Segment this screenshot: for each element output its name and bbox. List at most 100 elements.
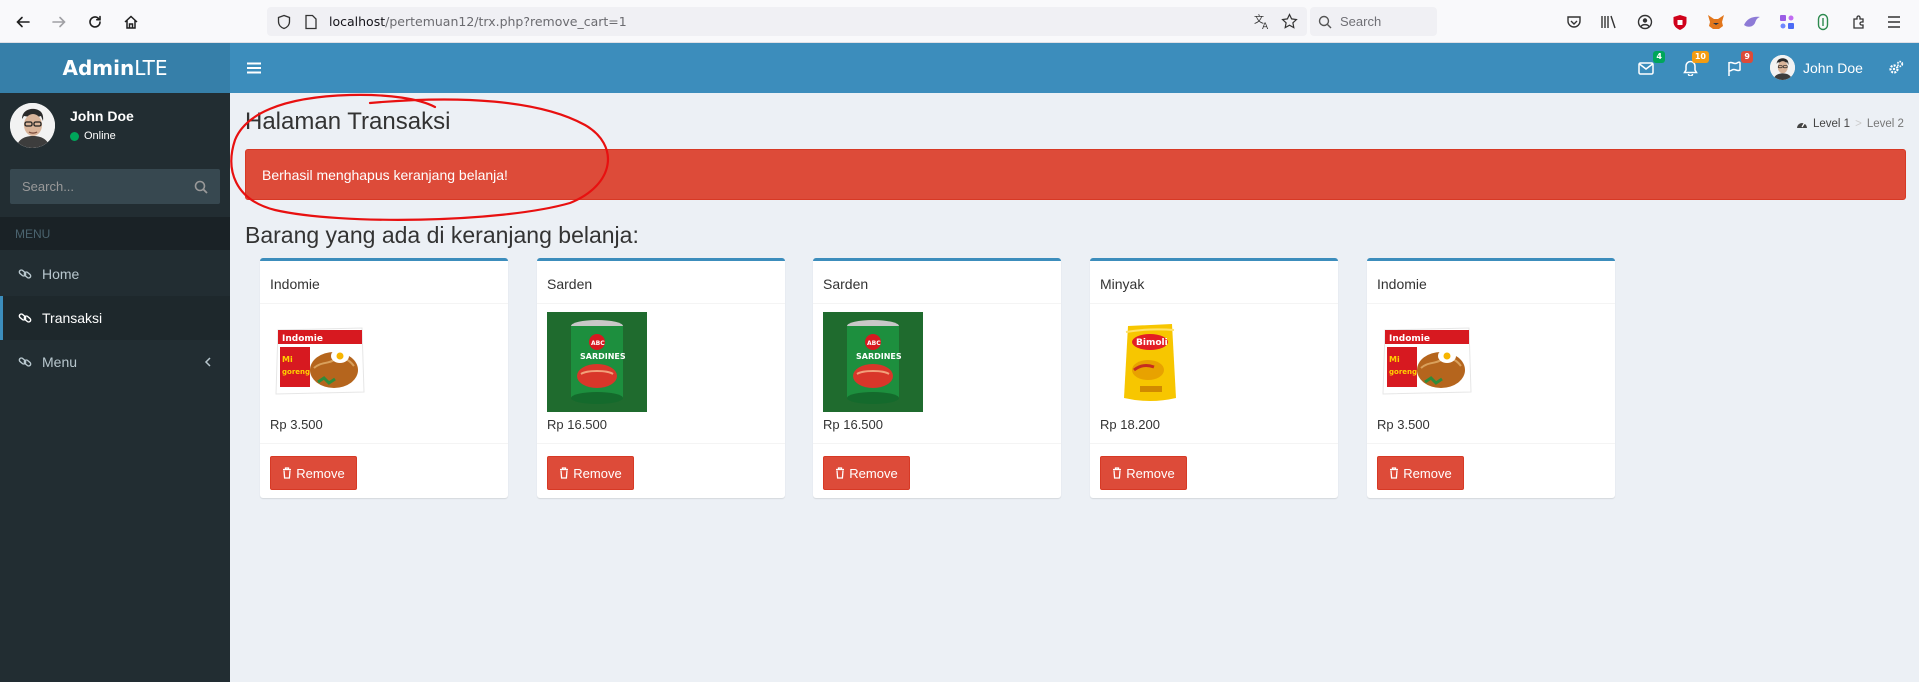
divider [1090, 303, 1338, 304]
search-icon[interactable] [194, 180, 208, 194]
messages-icon[interactable]: 4 [1635, 51, 1665, 79]
trash-icon [1390, 467, 1399, 479]
item-price: Rp 18.200 [1100, 417, 1160, 432]
breadcrumb: Level 1 > Level 2 [1796, 118, 1904, 130]
user-status-text: Online [84, 130, 116, 142]
sidebar-toggle-icon[interactable] [243, 57, 265, 79]
trash-icon [1113, 467, 1122, 479]
sidebar-item-transaksi[interactable]: Transaksi [0, 296, 230, 340]
remove-button[interactable]: Remove [1100, 456, 1187, 490]
divider [537, 443, 785, 444]
extension-multi-icon[interactable] [1777, 12, 1797, 32]
library-icon[interactable] [1599, 12, 1619, 32]
sidebar-user-name: John Doe [70, 108, 134, 124]
logo-bold: Admin [62, 56, 135, 80]
back-icon[interactable] [11, 10, 35, 34]
extension-pill-icon[interactable] [1813, 12, 1833, 32]
chevron-left-icon [204, 357, 212, 367]
svg-text:Mi: Mi [282, 355, 293, 364]
sidebar-item-home[interactable]: Home [0, 252, 230, 296]
page-icon[interactable] [304, 14, 318, 30]
indomie-package-image: Indomie Mi goreng [1377, 312, 1477, 412]
sardines-can-image: ABC SARDINES [547, 312, 647, 412]
svg-text:ABC: ABC [867, 340, 881, 347]
breadcrumb-level-2: Level 2 [1866, 118, 1904, 130]
browser-menu-icon[interactable] [1884, 12, 1904, 32]
extensions-puzzle-icon[interactable] [1849, 12, 1869, 32]
trash-icon [283, 467, 292, 479]
link-icon [18, 311, 32, 325]
item-name: Indomie [270, 276, 320, 292]
account-icon[interactable] [1635, 12, 1655, 32]
item-name: Sarden [823, 276, 869, 292]
cart-item-card: Sarden ABC SARDINES Rp 16.500 Remove [537, 258, 785, 498]
cart-item-card: Sarden ABC SARDINES Rp 16.500 Remove [813, 258, 1061, 498]
divider [260, 303, 508, 304]
divider [813, 303, 1061, 304]
tasks-flag-icon[interactable]: 9 [1723, 51, 1753, 79]
divider [1090, 443, 1338, 444]
bookmark-star-icon[interactable] [1281, 13, 1298, 30]
remove-label: Remove [1126, 465, 1175, 481]
settings-gears-icon[interactable] [1885, 57, 1907, 79]
indomie-package-image: Indomie Mi goreng [270, 312, 370, 412]
sardines-can-image: ABC SARDINES [823, 312, 923, 412]
header-user-name: John Doe [1803, 59, 1863, 76]
cart-item-card: Indomie Indomie Mi goreng Rp 3.500 Remov… [260, 258, 508, 498]
svg-text:goreng: goreng [1389, 368, 1417, 376]
online-status-icon [70, 131, 79, 141]
alert-message: Berhasil menghapus keranjang belanja! [262, 166, 508, 183]
svg-text:SARDINES: SARDINES [856, 352, 902, 361]
svg-text:SARDINES: SARDINES [580, 352, 626, 361]
divider [813, 443, 1061, 444]
home-icon[interactable] [119, 10, 143, 34]
remove-label: Remove [849, 465, 898, 481]
sidebar-item-label: Transaksi [42, 310, 103, 326]
remove-button[interactable]: Remove [270, 456, 357, 490]
sidebar-item-label: Home [42, 266, 80, 282]
link-icon [18, 355, 32, 369]
trash-icon [836, 467, 845, 479]
browser-search-placeholder: Search [1340, 14, 1382, 29]
pocket-icon[interactable] [1564, 12, 1584, 32]
menu-header: MENU [0, 217, 230, 250]
svg-text:A: A [1262, 22, 1269, 30]
main-header: 4 10 9 John Doe [230, 43, 1919, 93]
url-host[interactable]: localhost [329, 14, 385, 29]
ublock-shield-icon[interactable] [1670, 12, 1690, 32]
sidebar-item-menu[interactable]: Menu [0, 340, 230, 384]
cart-item-card: Minyak Bimoli Rp 18.200 Remove [1090, 258, 1338, 498]
breadcrumb-level-1[interactable]: Level 1 [1813, 118, 1850, 130]
logo-light: LTE [134, 56, 168, 80]
remove-label: Remove [1403, 465, 1452, 481]
remove-button[interactable]: Remove [547, 456, 634, 490]
app-logo[interactable]: Admin LTE [0, 43, 230, 93]
notifications-icon[interactable]: 10 [1679, 51, 1709, 79]
metamask-fox-icon[interactable] [1706, 12, 1726, 32]
translate-icon[interactable]: 文A [1254, 13, 1271, 30]
url-bar[interactable]: localhost/pertemuan12/trx.php?remove_car… [267, 7, 1307, 36]
browser-search-bar[interactable]: Search [1310, 7, 1437, 36]
forward-icon[interactable] [47, 10, 71, 34]
user-status[interactable]: Online [70, 130, 116, 142]
remove-button[interactable]: Remove [823, 456, 910, 490]
oil-pouch-image: Bimoli [1100, 312, 1200, 412]
reload-icon[interactable] [83, 10, 107, 34]
shield-icon[interactable] [276, 14, 292, 30]
cart-section-title: Barang yang ada di keranjang belanja: [245, 222, 639, 248]
extension-bird-icon[interactable] [1742, 12, 1762, 32]
user-menu[interactable]: John Doe [1770, 55, 1863, 80]
page-title: Halaman Transaksi [245, 108, 451, 135]
sidebar-item-label: Menu [42, 354, 78, 370]
user-panel: John Doe Online [10, 103, 225, 153]
item-price: Rp 3.500 [1377, 417, 1430, 432]
divider [1367, 443, 1615, 444]
svg-text:ABC: ABC [591, 340, 605, 347]
remove-label: Remove [573, 465, 622, 481]
tasks-badge: 9 [1741, 51, 1753, 63]
item-name: Sarden [547, 276, 593, 292]
sidebar-search-input[interactable] [22, 179, 172, 194]
avatar [1770, 55, 1795, 80]
remove-button[interactable]: Remove [1377, 456, 1464, 490]
url-path[interactable]: /pertemuan12/trx.php?remove_cart=1 [385, 14, 627, 29]
